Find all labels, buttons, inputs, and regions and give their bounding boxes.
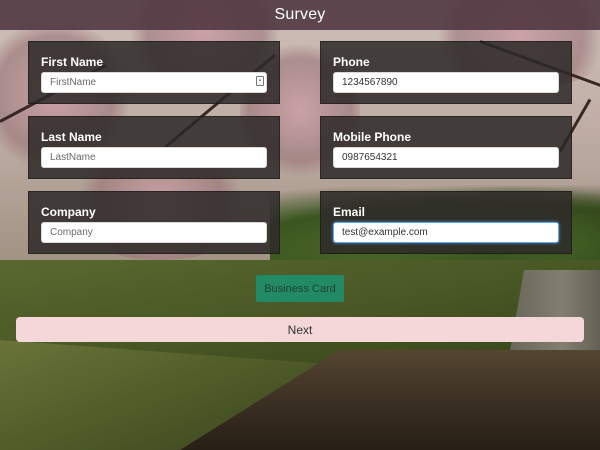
last-name-card: Last Name — [28, 116, 280, 179]
mobile-phone-label: Mobile Phone — [333, 130, 411, 144]
company-input[interactable] — [41, 222, 267, 243]
email-label: Email — [333, 205, 366, 219]
next-button[interactable]: Next — [16, 317, 584, 342]
company-label: Company — [41, 205, 96, 219]
autofill-contact-icon[interactable]: ▪ — [256, 76, 264, 86]
business-card-button[interactable]: Business Card — [256, 275, 344, 302]
first-name-label: First Name — [41, 55, 104, 69]
first-name-input[interactable] — [41, 72, 267, 93]
phone-label: Phone — [333, 55, 370, 69]
company-card: Company — [28, 191, 280, 254]
email-card: Email — [320, 191, 572, 254]
page-title: Survey — [274, 6, 326, 23]
phone-input[interactable] — [333, 72, 559, 93]
last-name-label: Last Name — [41, 130, 102, 144]
mobile-phone-input[interactable] — [333, 147, 559, 168]
first-name-card: First Name — [28, 41, 280, 104]
email-input[interactable] — [333, 222, 559, 243]
phone-card: Phone — [320, 41, 572, 104]
app-header: Survey — [0, 0, 600, 30]
mobile-phone-card: Mobile Phone — [320, 116, 572, 179]
last-name-input[interactable] — [41, 147, 267, 168]
